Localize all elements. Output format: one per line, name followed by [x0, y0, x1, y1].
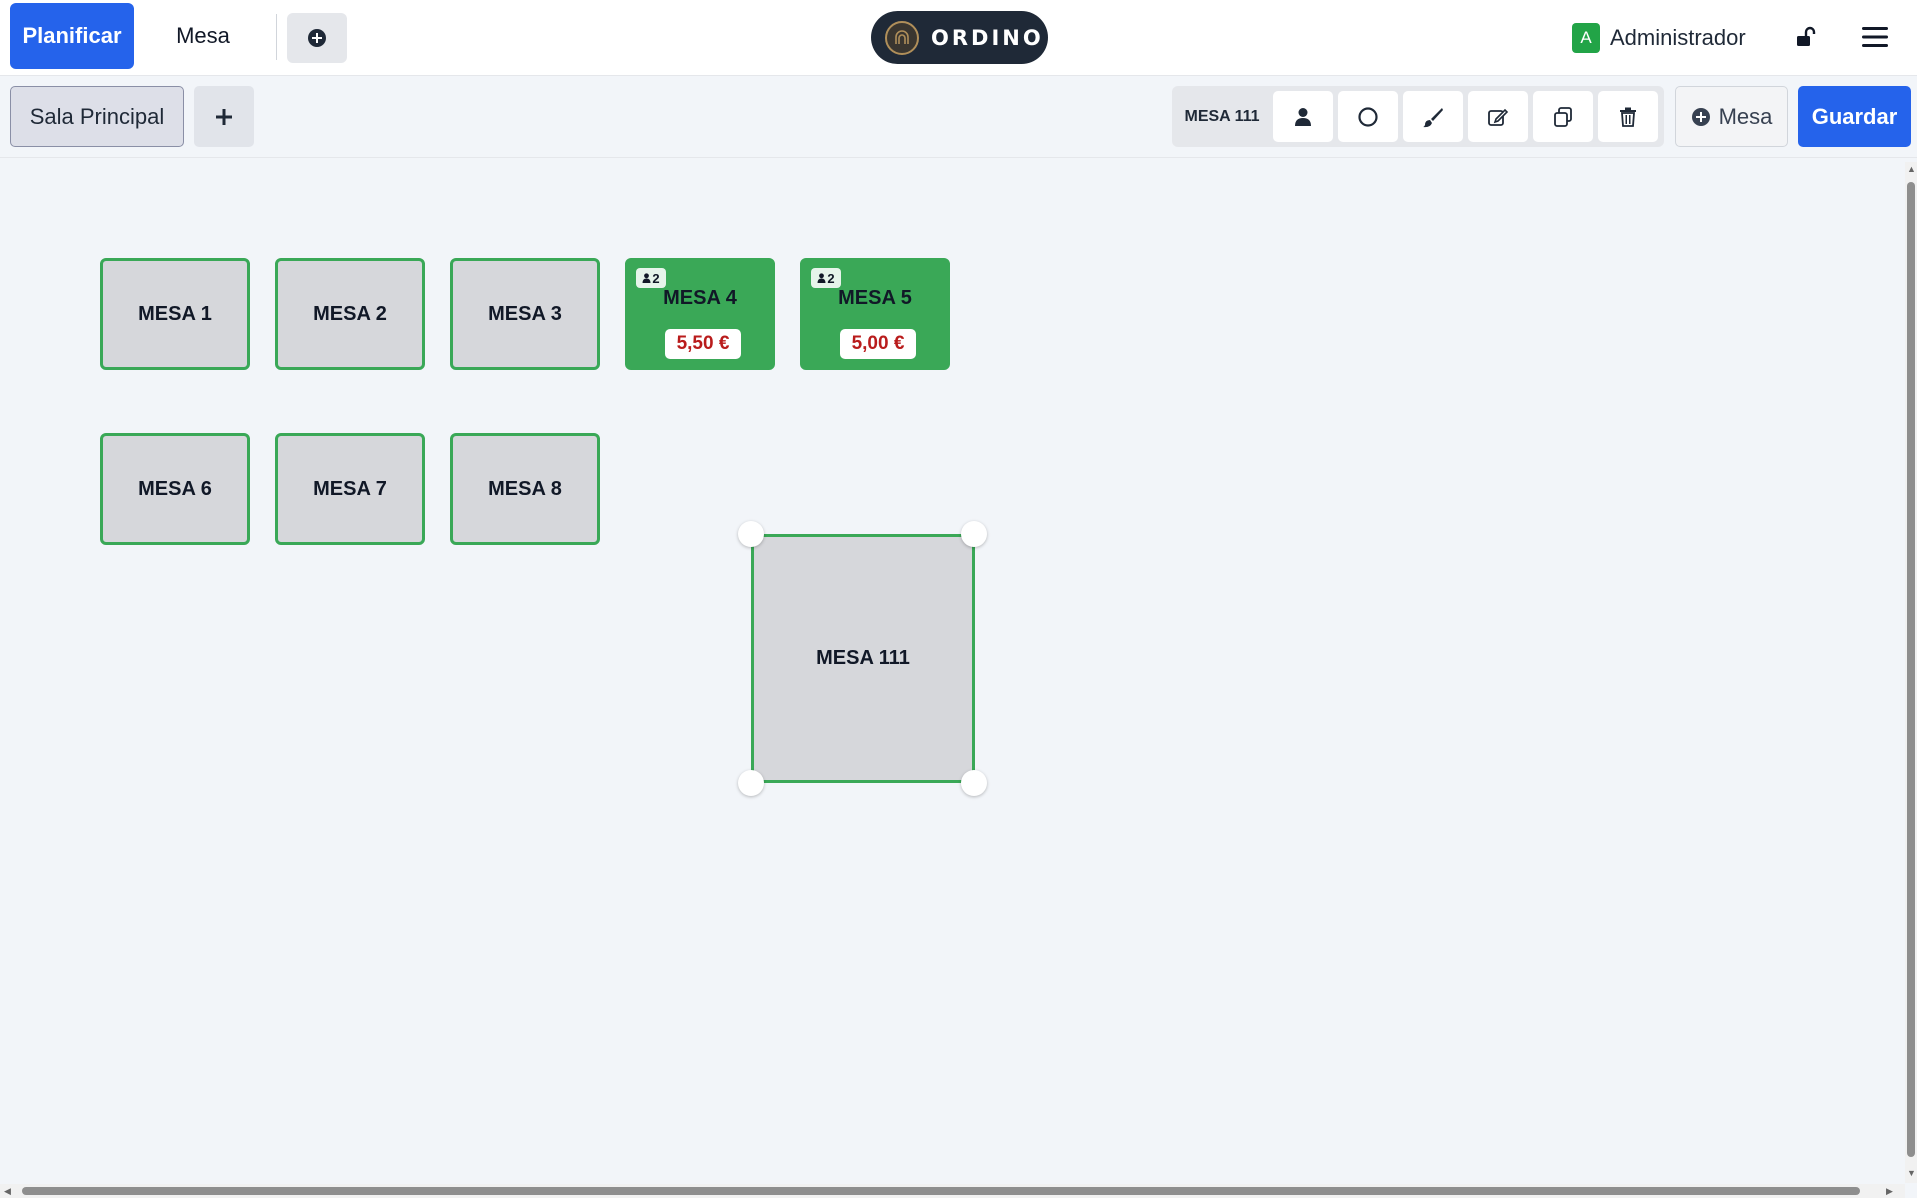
circle-shape-icon	[1358, 106, 1378, 127]
user-menu[interactable]: A Administrador	[1572, 22, 1746, 54]
table-mesa-4[interactable]: 2 MESA 4 5,50 €	[625, 258, 775, 370]
divider	[276, 14, 277, 60]
logo-text: ORDINO	[931, 25, 1044, 50]
brush-icon	[1423, 107, 1443, 127]
user-name: Administrador	[1610, 25, 1746, 50]
scroll-left-icon[interactable]: ◀	[4, 1186, 11, 1197]
add-button[interactable]	[287, 13, 347, 63]
table-name: MESA 8	[488, 477, 562, 500]
user-icon	[1295, 107, 1311, 126]
resize-handle-top-left[interactable]	[738, 521, 764, 547]
table-name: MESA 7	[313, 477, 387, 500]
table-mesa-6[interactable]: MESA 6	[100, 433, 250, 545]
copy-icon	[1554, 106, 1572, 127]
shape-button[interactable]	[1338, 91, 1398, 142]
plus-circle-icon	[1691, 107, 1710, 126]
table-total: 5,50 €	[665, 329, 741, 359]
scroll-up-icon[interactable]: ▲	[1907, 164, 1916, 174]
trash-icon	[1620, 107, 1636, 127]
table-mesa-7[interactable]: MESA 7	[275, 433, 425, 545]
table-name: MESA 111	[816, 647, 910, 669]
plus-circle-icon	[308, 29, 326, 47]
table-mesa-5[interactable]: 2 MESA 5 5,00 €	[800, 258, 950, 370]
guest-count: 2	[827, 270, 835, 286]
table-name: MESA 1	[138, 302, 212, 325]
save-button[interactable]: Guardar	[1798, 86, 1911, 147]
scroll-right-icon[interactable]: ▶	[1886, 1186, 1893, 1197]
guest-count-badge: 2	[811, 268, 841, 288]
table-mesa-111-selected[interactable]: MESA 111	[751, 534, 975, 783]
edit-icon	[1488, 108, 1509, 126]
table-name: MESA 2	[313, 302, 387, 325]
guests-button[interactable]	[1273, 91, 1333, 142]
vertical-scrollbar[interactable]: ▲ ▼	[1905, 162, 1917, 1183]
table-mesa-8[interactable]: MESA 8	[450, 433, 600, 545]
lock-open-icon[interactable]	[1793, 24, 1819, 50]
resize-handle-bottom-left[interactable]	[738, 770, 764, 796]
resize-handle-top-right[interactable]	[961, 521, 987, 547]
horizontal-scroll-thumb[interactable]	[22, 1187, 1860, 1195]
floor-plan-canvas[interactable]: MESA 1 MESA 2 MESA 3 2 MESA 4 5,50 € 2 M…	[0, 158, 1905, 1185]
table-name: MESA 3	[488, 302, 562, 325]
tab-mesa[interactable]: Mesa	[150, 3, 256, 69]
table-name: MESA 4	[663, 287, 737, 309]
table-total: 5,00 €	[840, 329, 916, 359]
add-table-button[interactable]: Mesa	[1675, 86, 1788, 147]
table-mesa-3[interactable]: MESA 3	[450, 258, 600, 370]
top-navbar: Planificar Mesa ORDINO A Administrador	[0, 0, 1917, 76]
tab-planificar[interactable]: Planificar	[10, 3, 134, 69]
room-tab-sala-principal[interactable]: Sala Principal	[10, 86, 184, 147]
duplicate-button[interactable]	[1533, 91, 1593, 142]
guest-count-badge: 2	[636, 268, 666, 288]
resize-handle-bottom-right[interactable]	[961, 770, 987, 796]
logo-mark-icon	[885, 20, 919, 55]
user-icon	[817, 273, 826, 283]
table-mesa-1[interactable]: MESA 1	[100, 258, 250, 370]
horizontal-scrollbar[interactable]: ◀ ▶	[0, 1184, 1905, 1198]
brand-logo: ORDINO	[871, 11, 1048, 64]
vertical-scroll-thumb[interactable]	[1907, 182, 1915, 1157]
avatar: A	[1572, 23, 1600, 53]
table-mesa-2[interactable]: MESA 2	[275, 258, 425, 370]
selected-table-label: MESA 111	[1184, 107, 1260, 125]
delete-button[interactable]	[1598, 91, 1658, 142]
guest-count: 2	[652, 270, 660, 286]
table-name: MESA 5	[838, 287, 912, 309]
add-table-label: Mesa	[1718, 103, 1773, 129]
scroll-down-icon[interactable]: ▼	[1907, 1168, 1916, 1178]
plus-icon	[216, 108, 232, 125]
edit-button[interactable]	[1468, 91, 1528, 142]
color-button[interactable]	[1403, 91, 1463, 142]
user-icon	[642, 273, 651, 283]
add-room-button[interactable]	[194, 86, 254, 147]
hamburger-menu-icon[interactable]	[1860, 22, 1890, 52]
table-name: MESA 6	[138, 477, 212, 500]
